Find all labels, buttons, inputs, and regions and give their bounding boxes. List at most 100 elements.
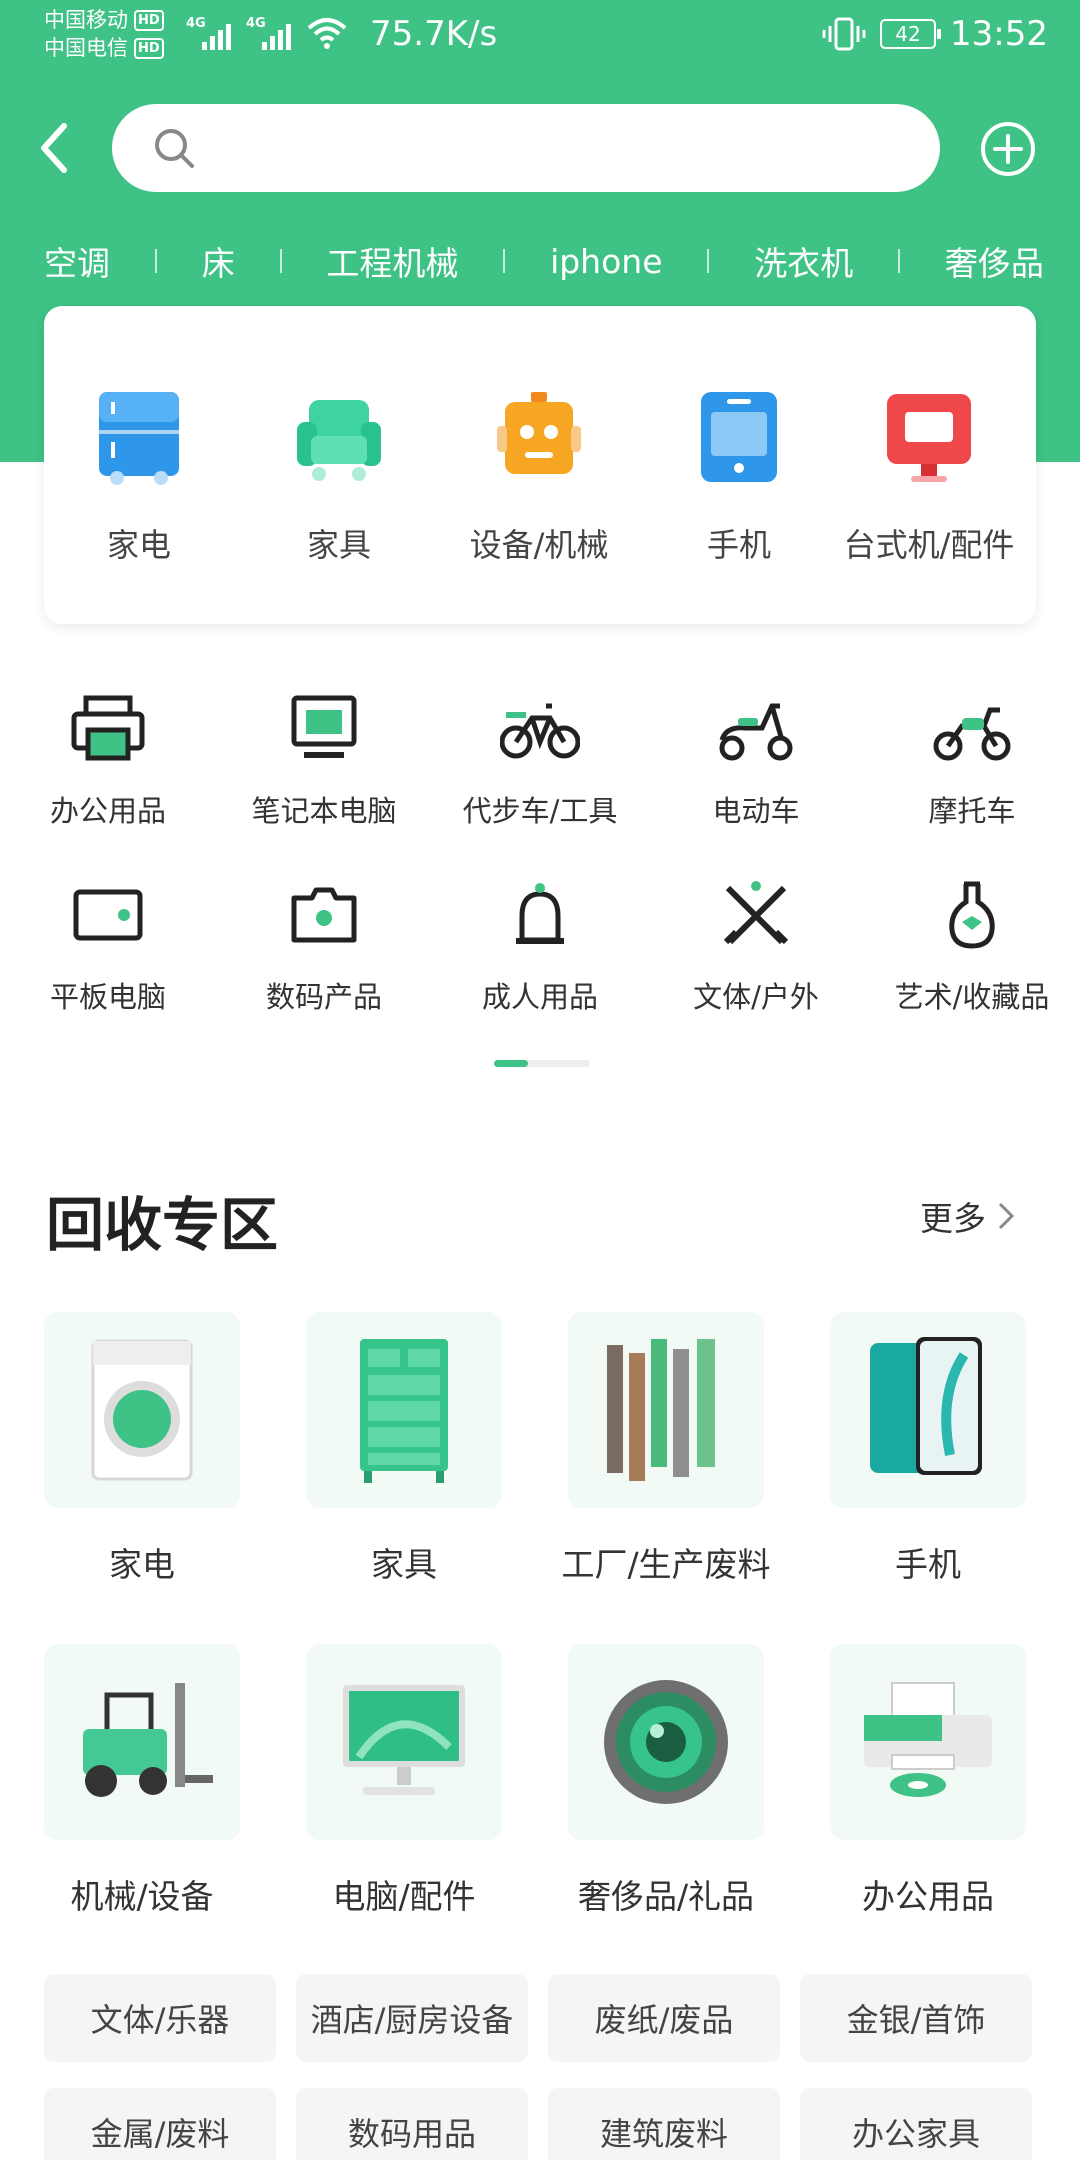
divider bbox=[154, 249, 157, 273]
subcategory-label: 艺术/收藏品 bbox=[894, 980, 1050, 1014]
recycle-item-factory-waste[interactable] bbox=[568, 1312, 764, 1508]
signal-icon: 4G bbox=[246, 14, 294, 52]
recycle-item-luxury[interactable] bbox=[568, 1644, 764, 1840]
vase-icon bbox=[949, 881, 995, 949]
hot-keyword[interactable]: 洗衣机 bbox=[754, 237, 853, 285]
hot-keyword[interactable]: 空调 bbox=[44, 237, 110, 285]
category-phones[interactable]: 手机 bbox=[644, 390, 834, 566]
recycle-tag[interactable]: 文体/乐器 bbox=[44, 1974, 276, 2062]
back-arrow-icon[interactable] bbox=[30, 118, 80, 178]
chevron-right-icon bbox=[998, 1202, 1015, 1230]
subcategory-label: 办公用品 bbox=[49, 794, 166, 828]
subcategory-digital[interactable]: 数码产品 bbox=[224, 876, 424, 1016]
recycle-tag[interactable]: 数码用品 bbox=[296, 2088, 528, 2160]
bell-icon bbox=[516, 883, 564, 944]
page-indicator-active bbox=[494, 1060, 528, 1067]
recycle-tag[interactable]: 酒店/厨房设备 bbox=[296, 1974, 528, 2062]
recycle-item-computer[interactable] bbox=[306, 1644, 502, 1840]
category-label: 台式机/配件 bbox=[843, 526, 1015, 564]
subcategory-label: 平板电脑 bbox=[49, 980, 166, 1014]
desktop-image bbox=[343, 1685, 465, 1795]
hot-keyword[interactable]: iphone bbox=[550, 242, 662, 281]
subcategory-label: 文体/户外 bbox=[693, 980, 819, 1014]
recycle-tag[interactable]: 废纸/废品 bbox=[548, 1974, 780, 2062]
printer-icon bbox=[71, 695, 145, 761]
subcategory-label: 摩托车 bbox=[928, 794, 1016, 828]
recycle-tag[interactable]: 金属/废料 bbox=[44, 2088, 276, 2160]
recycle-item-machinery[interactable] bbox=[44, 1644, 240, 1840]
wifi-icon bbox=[307, 18, 347, 49]
hd-badge: HD bbox=[134, 37, 164, 59]
forklift-image bbox=[83, 1683, 213, 1797]
status-bar: 中国移动 HD 中国电信 HD 4G 4G 75.7K/s 42 13:52 bbox=[0, 0, 1080, 72]
more-label: 更多 bbox=[920, 1199, 986, 1238]
carrier-2: 中国电信 bbox=[44, 36, 128, 60]
subcategory-label: 数码产品 bbox=[265, 980, 382, 1014]
page-indicator bbox=[494, 1060, 590, 1067]
recycle-label: 奢侈品/礼品 bbox=[577, 1877, 755, 1916]
main-category-card: 家电 家具 设备/机械 手机 台式机/配件 bbox=[44, 306, 1036, 624]
smartphone-image bbox=[870, 1337, 982, 1475]
subcategory-label: 笔记本电脑 bbox=[251, 794, 397, 828]
subcategory-scooter-tools[interactable]: 代步车/工具 bbox=[440, 690, 640, 830]
recycle-label: 家电 bbox=[109, 1545, 175, 1584]
subcategory-sports[interactable]: 文体/户外 bbox=[656, 876, 856, 1016]
more-link[interactable]: 更多 bbox=[920, 1192, 1016, 1240]
recycle-item-phone[interactable] bbox=[830, 1312, 1026, 1508]
category-desktops[interactable]: 台式机/配件 bbox=[834, 390, 1024, 566]
recycle-item-appliance[interactable] bbox=[44, 1312, 240, 1508]
category-appliances[interactable]: 家电 bbox=[44, 390, 234, 566]
recycle-label: 机械/设备 bbox=[70, 1877, 214, 1916]
recycle-label: 工厂/生产废料 bbox=[561, 1545, 771, 1584]
recycle-tag[interactable]: 金银/首饰 bbox=[800, 1974, 1032, 2062]
signal-indicators: 4G 4G bbox=[186, 14, 348, 52]
lens-image bbox=[604, 1680, 728, 1804]
carrier-1: 中国移动 bbox=[44, 8, 128, 32]
subcategory-label: 电动车 bbox=[712, 794, 800, 828]
scooter-icon bbox=[719, 703, 793, 761]
category-label: 手机 bbox=[706, 526, 771, 564]
add-icon[interactable] bbox=[980, 121, 1036, 177]
recycle-item-furniture[interactable] bbox=[306, 1312, 502, 1508]
camera-icon bbox=[291, 887, 357, 943]
subcategory-motorcycle[interactable]: 摩托车 bbox=[872, 690, 1072, 830]
subcategory-office[interactable]: 办公用品 bbox=[8, 690, 208, 830]
category-label: 家具 bbox=[306, 526, 371, 564]
subcategory-e-bike[interactable]: 电动车 bbox=[656, 690, 856, 830]
carrier-info: 中国移动 HD 中国电信 HD bbox=[44, 6, 164, 62]
vibrate-icon bbox=[822, 17, 866, 51]
motorcycle-icon bbox=[933, 707, 1011, 761]
category-label: 家电 bbox=[106, 526, 171, 564]
laptop-icon bbox=[291, 695, 357, 758]
fridge-icon bbox=[99, 392, 179, 485]
printer-image bbox=[864, 1682, 992, 1797]
subcategory-laptop[interactable]: 笔记本电脑 bbox=[224, 690, 424, 830]
category-machinery[interactable]: 设备/机械 bbox=[444, 390, 634, 566]
divider bbox=[279, 249, 282, 273]
search-icon bbox=[155, 129, 194, 168]
hot-keyword[interactable]: 床 bbox=[202, 237, 235, 285]
washing-machine-image bbox=[91, 1339, 193, 1481]
search-input[interactable] bbox=[112, 104, 940, 192]
swords-icon bbox=[723, 881, 789, 945]
signal-icon: 4G bbox=[186, 14, 234, 52]
tablet-icon bbox=[73, 889, 143, 941]
recycle-tag[interactable]: 办公家具 bbox=[800, 2088, 1032, 2160]
hd-badge: HD bbox=[134, 9, 164, 31]
sofa-icon bbox=[297, 400, 381, 481]
hot-keyword[interactable]: 奢侈品 bbox=[945, 237, 1044, 285]
hot-keywords: 空调 床 工程机械 iphone 洗衣机 奢侈品 bbox=[44, 236, 1044, 286]
wood-planks-image bbox=[607, 1339, 715, 1481]
subcategory-adult[interactable]: 成人用品 bbox=[440, 876, 640, 1016]
recycle-item-office[interactable] bbox=[830, 1644, 1026, 1840]
hot-keyword[interactable]: 工程机械 bbox=[326, 237, 458, 285]
bicycle-icon bbox=[499, 703, 581, 759]
subcategory-tablet[interactable]: 平板电脑 bbox=[8, 876, 208, 1016]
category-label: 设备/机械 bbox=[469, 526, 609, 564]
category-furniture[interactable]: 家具 bbox=[244, 390, 434, 566]
recycle-label: 家具 bbox=[371, 1545, 437, 1584]
recycle-tag[interactable]: 建筑废料 bbox=[548, 2088, 780, 2160]
phone-icon bbox=[701, 392, 777, 482]
divider bbox=[898, 249, 901, 273]
subcategory-art[interactable]: 艺术/收藏品 bbox=[872, 876, 1072, 1016]
